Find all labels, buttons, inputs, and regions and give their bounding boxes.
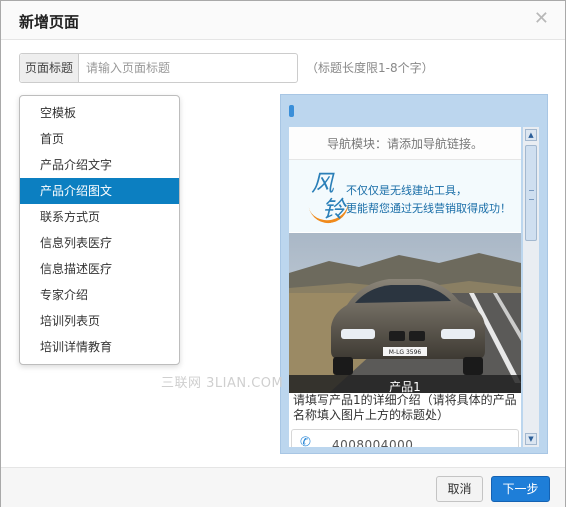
template-item[interactable]: 信息列表医疗 (20, 230, 179, 256)
phone-number: 4008004000 (332, 438, 414, 447)
template-item[interactable]: 空模板 (20, 100, 179, 126)
car-photo: M-LG 3596 (289, 233, 521, 393)
product-caption: 产品1 (289, 375, 521, 393)
preview-scrollbar[interactable]: ▲ ▼ (523, 127, 539, 447)
template-item[interactable]: 联系方式页 (20, 204, 179, 230)
template-preview-panel: 导航模块：请添加导航链接。 风 铃 不仅仅是无线建站工具， 更能帮您通过无线营销… (280, 94, 548, 454)
scroll-up-button[interactable]: ▲ (525, 129, 537, 141)
template-list: 空模板 首页 产品介绍文字 产品介绍图文 联系方式页 信息列表医疗 信息描述医疗… (19, 95, 180, 365)
template-item[interactable]: 培训详情教育 (20, 334, 179, 360)
dialog-title: 新增页面 (19, 13, 80, 31)
preview-marker (289, 105, 294, 117)
watermark: 三联网 3LIAN.COM (161, 376, 284, 391)
next-button[interactable]: 下一步 (491, 476, 550, 502)
phone-icon: ✆ (300, 435, 311, 447)
banner-slogan-line2: 更能帮您通过无线营销取得成功！ (346, 202, 511, 215)
page-title-label: 页面标题 (20, 54, 79, 82)
template-item[interactable]: 信息描述医疗 (20, 256, 179, 282)
template-item[interactable]: 专家介绍 (20, 282, 179, 308)
banner-slogan-line1: 不仅仅是无线建站工具， (346, 184, 467, 197)
page-title-field: 页面标题 (19, 53, 298, 83)
mobile-preview: 导航模块：请添加导航链接。 风 铃 不仅仅是无线建站工具， 更能帮您通过无线营销… (289, 127, 521, 447)
add-page-dialog: 新增页面 ✕ 页面标题 （标题长度限1-8个字） 空模板 首页 产品介绍文字 产… (0, 0, 566, 507)
nav-module-placeholder: 导航模块：请添加导航链接。 (289, 127, 521, 160)
scrollbar-thumb[interactable] (525, 145, 537, 241)
product-description: 请填写产品1的详细介绍（请将具体的产品名称填入图片上方的标题处） (293, 393, 517, 422)
template-item[interactable]: 首页 (20, 126, 179, 152)
scrollbar-grip (529, 190, 534, 200)
cancel-button[interactable]: 取消 (436, 476, 483, 502)
template-item[interactable]: 培训列表页 (20, 308, 179, 334)
product-image: M-LG 3596 产品1 (289, 233, 521, 393)
dialog-footer: 取消 下一步 (1, 467, 565, 507)
template-item-selected[interactable]: 产品介绍图文 (20, 178, 179, 204)
close-icon[interactable]: ✕ (534, 9, 549, 29)
brand-logo-char: 铃 (322, 197, 345, 223)
car-plate-text: M-LG 3596 (389, 349, 422, 356)
template-item[interactable]: 产品介绍文字 (20, 152, 179, 178)
page-title-input[interactable] (86, 58, 286, 78)
scroll-down-button[interactable]: ▼ (525, 433, 537, 445)
dialog-titlebar: 新增页面 ✕ (1, 1, 565, 40)
contact-phone-row: ✆ 4008004000 (291, 429, 519, 447)
promo-banner: 风 铃 不仅仅是无线建站工具， 更能帮您通过无线营销取得成功！ (289, 160, 521, 232)
title-length-hint: （标题长度限1-8个字） (306, 61, 434, 75)
